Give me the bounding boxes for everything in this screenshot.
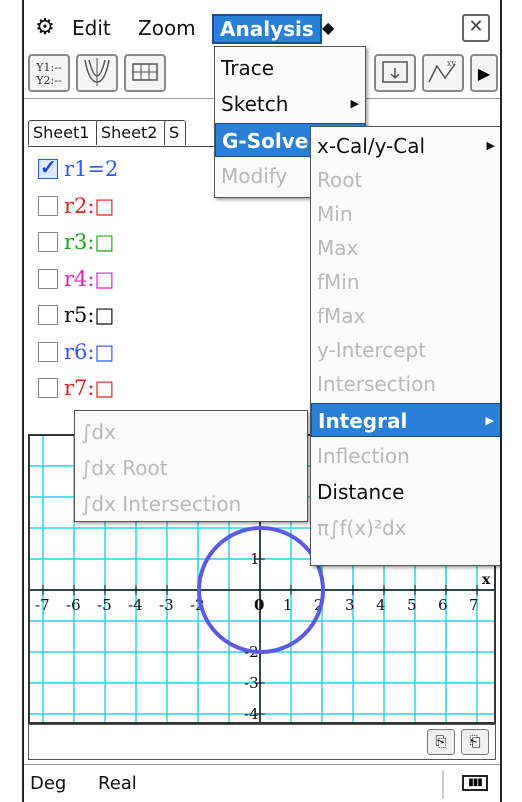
- xy-trace-icon: xy: [428, 59, 457, 83]
- menu-item-integral-dx-root[interactable]: ∫dx Root: [75, 451, 307, 485]
- paste-icon[interactable]: ⎗: [461, 729, 489, 755]
- status-divider: [442, 771, 444, 799]
- menu-item-fmin[interactable]: fMin: [311, 265, 500, 299]
- gear-icon[interactable]: ⚙: [32, 14, 58, 42]
- table-view-icon: [382, 61, 408, 83]
- integral-submenu: ∫dx ∫dx Root ∫dx Intersection: [74, 410, 308, 522]
- number-mode: Real: [98, 773, 137, 794]
- graph-editor-line1: Y1:--: [36, 61, 62, 74]
- table-button[interactable]: [124, 54, 166, 92]
- submenu-arrow-icon: ▶: [485, 414, 494, 427]
- function-checkbox[interactable]: [38, 268, 58, 289]
- menu-bar: ⚙ Edit Zoom Analysis ◆ ✕: [24, 10, 500, 46]
- diamond-icon[interactable]: ◆: [316, 14, 340, 42]
- menu-item-xcal-ycal[interactable]: x-Cal/y-Cal ▶: [311, 129, 500, 163]
- x-tick-label: -5: [97, 596, 112, 614]
- app-window: ⚙ Edit Zoom Analysis ◆ ✕ Y1:-- Y2:-- xy …: [22, 0, 502, 802]
- graph-type-button[interactable]: [76, 54, 118, 92]
- status-bar: Deg Real ▮▮▮: [24, 764, 500, 802]
- menu-item-sketch-label: Sketch: [221, 92, 289, 116]
- copy-icon[interactable]: ⎘: [427, 729, 455, 755]
- function-label[interactable]: r3:□: [64, 226, 114, 258]
- x-tick-label: -6: [66, 596, 81, 614]
- menu-item-y-intercept[interactable]: y-Intercept: [311, 333, 500, 367]
- function-label[interactable]: r4:□: [64, 263, 114, 295]
- menu-analysis[interactable]: Analysis: [212, 14, 322, 44]
- angle-mode: Deg: [30, 773, 67, 794]
- x-tick-label: -7: [35, 596, 50, 614]
- function-checkbox[interactable]: [38, 341, 58, 362]
- tab-sheet3[interactable]: S: [164, 120, 186, 145]
- xy-trace-button[interactable]: xy: [422, 54, 464, 92]
- x-tick-label: 0: [254, 596, 264, 614]
- function-label[interactable]: r5:□: [64, 299, 114, 331]
- menu-item-distance[interactable]: Distance: [311, 475, 500, 509]
- x-tick-label: 7: [469, 596, 479, 614]
- battery-icon: ▮▮▮: [462, 775, 488, 791]
- table-view-button[interactable]: [374, 54, 416, 92]
- submenu-arrow-icon: ▶: [350, 97, 359, 110]
- y-tick-label: -3: [244, 674, 259, 692]
- gsolve-submenu: x-Cal/y-Cal ▶ Root Min Max fMin fMax y-I…: [310, 126, 500, 566]
- graph-editor-button[interactable]: Y1:-- Y2:--: [28, 54, 70, 92]
- x-tick-label: 1: [283, 596, 293, 614]
- x-tick-label: 5: [407, 596, 417, 614]
- menu-zoom[interactable]: Zoom: [132, 14, 202, 42]
- menu-item-min[interactable]: Min: [311, 197, 500, 231]
- menu-item-root[interactable]: Root: [311, 163, 500, 197]
- menu-item-volume[interactable]: π∫f(x)²dx: [311, 511, 500, 545]
- x-axis-label: x: [482, 572, 491, 588]
- function-checkbox[interactable]: [38, 232, 58, 252]
- y-tick-label: 1: [250, 550, 260, 568]
- x-tick-label: -3: [159, 596, 174, 614]
- menu-edit[interactable]: Edit: [66, 14, 117, 42]
- function-label[interactable]: r6:□: [64, 336, 114, 368]
- toolbar-more-button[interactable]: ▶: [470, 54, 498, 92]
- menu-item-xcal-label: x-Cal/y-Cal: [317, 134, 426, 158]
- x-tick-label: -4: [128, 596, 143, 614]
- table-icon: [132, 63, 158, 81]
- function-checkbox[interactable]: [38, 151, 58, 183]
- menu-item-max[interactable]: Max: [311, 231, 500, 265]
- function-checkbox[interactable]: [38, 305, 58, 325]
- y-tick-label: -4: [244, 705, 259, 722]
- menu-item-fmax[interactable]: fMax: [311, 299, 500, 333]
- function-label[interactable]: r2:□: [64, 190, 114, 222]
- tab-sheet1[interactable]: Sheet1: [28, 120, 102, 145]
- graph-editor-line2: Y2:--: [36, 74, 62, 87]
- graph-type-icon: [84, 58, 110, 86]
- svg-text:xy: xy: [447, 59, 457, 68]
- menu-item-sketch[interactable]: Sketch ▶: [215, 87, 365, 121]
- submenu-arrow-icon: ▶: [486, 139, 495, 152]
- menu-item-intersection[interactable]: Intersection: [311, 367, 500, 401]
- menu-item-integral[interactable]: Integral ▶: [311, 403, 500, 437]
- entry-line[interactable]: ⎘ ⎗: [28, 724, 496, 760]
- function-label[interactable]: r1=2: [64, 153, 118, 185]
- menu-item-inflection[interactable]: Inflection: [311, 439, 500, 473]
- menu-item-integral-dx[interactable]: ∫dx: [75, 415, 307, 449]
- function-checkbox[interactable]: [38, 378, 58, 398]
- close-icon[interactable]: ✕: [462, 14, 490, 42]
- x-tick-label: 3: [345, 596, 355, 614]
- tab-sheet2[interactable]: Sheet2: [96, 120, 170, 145]
- x-tick-label: 6: [438, 596, 448, 614]
- menu-item-trace[interactable]: Trace: [215, 51, 365, 85]
- function-label[interactable]: r7:□: [64, 372, 114, 404]
- menu-item-integral-label: Integral: [318, 409, 408, 433]
- menu-item-integral-dx-intersection[interactable]: ∫dx Intersection: [75, 487, 307, 521]
- function-checkbox[interactable]: [38, 195, 58, 216]
- x-tick-label: 4: [376, 596, 386, 614]
